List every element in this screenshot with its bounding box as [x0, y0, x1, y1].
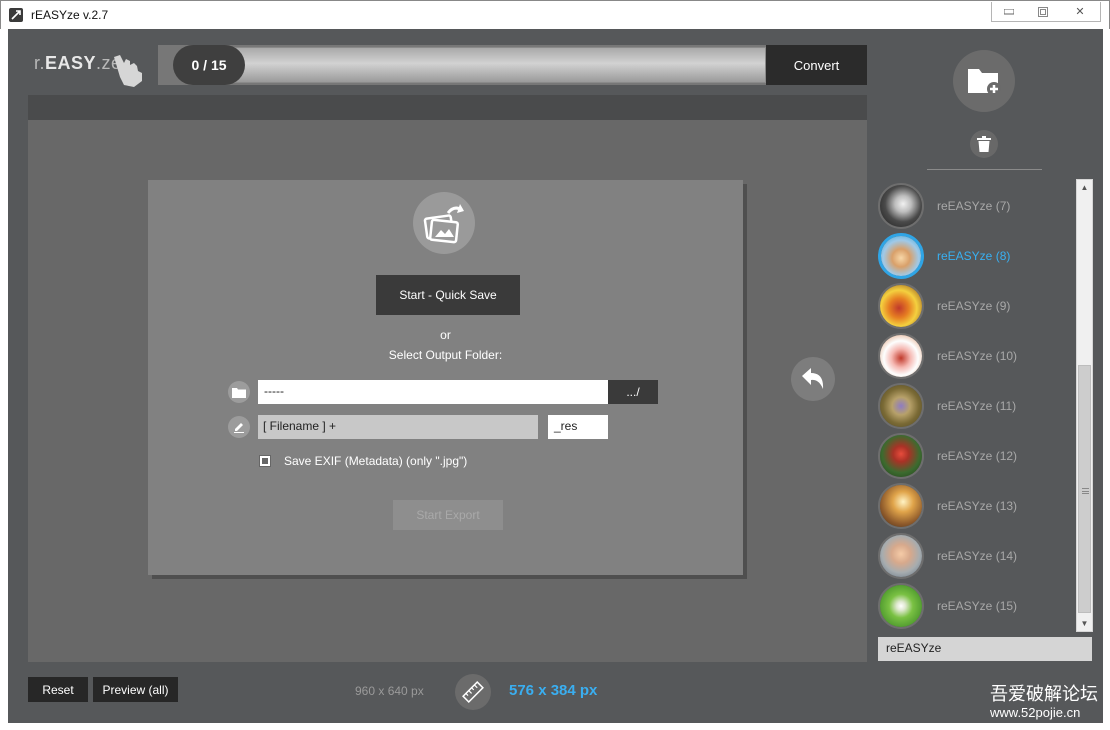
- maximize-button[interactable]: [1026, 2, 1060, 21]
- app-body: r.EASY.ze 0 / 15 Convert Start - Quick S…: [8, 29, 1103, 723]
- list-item[interactable]: reEASYze (11): [878, 383, 1078, 431]
- preview-canvas: Start - Quick Save or Select Output Fold…: [28, 120, 867, 662]
- select-folder-label: Select Output Folder:: [388, 348, 503, 362]
- scroll-down-arrow-icon[interactable]: ▼: [1077, 616, 1092, 631]
- image-list-scrollbar[interactable]: ▲ ▼: [1076, 179, 1093, 632]
- watermark-title: 吾爱破解论坛: [990, 684, 1098, 705]
- sidebar-divider: [927, 169, 1042, 170]
- preview-all-button[interactable]: Preview (all): [93, 677, 178, 702]
- list-item-label: reEASYze (11): [937, 399, 1017, 413]
- minimize-button[interactable]: [992, 2, 1026, 21]
- app-icon: [9, 8, 23, 22]
- add-folder-button[interactable]: [953, 50, 1015, 112]
- logo-prefix: r.: [34, 53, 46, 73]
- image-thumbnail: [878, 183, 924, 229]
- quick-save-button[interactable]: Start - Quick Save: [376, 275, 520, 315]
- thumbnail-image: [880, 485, 922, 527]
- list-item[interactable]: reEASYze (15): [878, 583, 1078, 631]
- image-thumbnail: [878, 533, 924, 579]
- convert-button[interactable]: Convert: [766, 45, 867, 85]
- title-bar: rEASYze v.2.7 ✕: [0, 0, 1110, 29]
- output-size-label: 576 x 384 px: [509, 682, 598, 699]
- image-thumbnail: [878, 583, 924, 629]
- add-folder-icon: [968, 69, 1001, 96]
- trash-icon: [977, 136, 991, 152]
- list-item-label: reEASYze (12): [937, 449, 1018, 463]
- image-thumbnail: [878, 483, 924, 529]
- ruler-icon: [462, 681, 484, 703]
- thumbnail-image: [880, 535, 922, 577]
- list-item[interactable]: reEASYze (10): [878, 333, 1078, 381]
- list-item-label: reEASYze (14): [937, 549, 1018, 563]
- thumbnail-image: [880, 285, 922, 327]
- list-item[interactable]: reEASYze (7): [878, 183, 1078, 231]
- export-panel: Start - Quick Save or Select Output Fold…: [148, 180, 743, 575]
- logo-bold: EASY: [45, 53, 97, 73]
- image-list: reEASYze (7) reEASYze (8) reEASYze (9) reEA…: [874, 179, 1076, 634]
- output-folder-field[interactable]: -----: [258, 380, 608, 404]
- save-exif-label[interactable]: Save EXIF (Metadata) (only ".jpg"): [284, 454, 467, 468]
- image-thumbnail: [878, 433, 924, 479]
- list-item[interactable]: reEASYze (8): [878, 233, 1078, 281]
- thumbnail-image: [880, 185, 922, 227]
- thumbnail-image: [880, 585, 922, 627]
- close-button[interactable]: ✕: [1060, 2, 1100, 21]
- thumbnail-image: [881, 236, 921, 276]
- progress-bar: 0 / 15: [158, 45, 768, 85]
- reset-button[interactable]: Reset: [28, 677, 88, 702]
- browse-folder-button[interactable]: .../: [608, 380, 658, 404]
- thumbnail-image: [880, 385, 922, 427]
- filename-pattern-field: [ Filename ] +: [258, 415, 538, 439]
- folder-icon: [228, 381, 250, 403]
- progress-count: 0 / 15: [173, 45, 245, 85]
- undo-arrow-icon: [802, 368, 824, 389]
- preview-toolbar-strip: [28, 95, 867, 120]
- thumbnail-image: [880, 435, 922, 477]
- list-item-label: reEASYze (13): [937, 499, 1018, 513]
- scroll-up-arrow-icon[interactable]: ▲: [1077, 180, 1092, 195]
- image-export-icon: [413, 192, 475, 254]
- thumbnail-image: [880, 335, 922, 377]
- list-item-label: reEASYze (10): [937, 349, 1018, 363]
- undo-button[interactable]: [791, 357, 835, 401]
- image-thumbnail: [878, 283, 924, 329]
- list-item-label: reEASYze (15): [937, 599, 1018, 613]
- original-size-label: 960 x 640 px: [355, 684, 424, 698]
- list-item[interactable]: reEASYze (14): [878, 533, 1078, 581]
- image-thumbnail: [878, 383, 924, 429]
- list-item[interactable]: reEASYze (13): [878, 483, 1078, 531]
- start-export-button[interactable]: Start Export: [393, 500, 503, 530]
- grip-icon: [1082, 488, 1089, 494]
- or-text: or: [440, 328, 451, 342]
- hand-pointer-icon: [114, 55, 142, 87]
- resize-settings-button[interactable]: [455, 674, 491, 710]
- progress-track: [228, 47, 766, 83]
- pencil-icon: [228, 416, 250, 438]
- image-thumbnail: [878, 333, 924, 379]
- list-item-label: reEASYze (8): [937, 249, 1011, 263]
- window-title: rEASYze v.2.7: [31, 8, 109, 22]
- list-item[interactable]: reEASYze (9): [878, 283, 1078, 331]
- save-exif-checkbox[interactable]: [259, 455, 271, 467]
- list-item-label: reEASYze (7): [937, 199, 1011, 213]
- delete-button[interactable]: [970, 130, 998, 158]
- filename-suffix-input[interactable]: _res: [548, 415, 608, 439]
- app-logo: r.EASY.ze: [34, 51, 149, 91]
- watermark-url: www.52pojie.cn: [990, 705, 1081, 720]
- image-name-input[interactable]: reEASYze: [878, 637, 1092, 661]
- scrollbar-thumb[interactable]: [1078, 365, 1091, 613]
- image-thumbnail: [878, 233, 924, 279]
- window-controls: ✕: [991, 2, 1101, 22]
- list-item-label: reEASYze (9): [937, 299, 1011, 313]
- list-item[interactable]: reEASYze (12): [878, 433, 1078, 481]
